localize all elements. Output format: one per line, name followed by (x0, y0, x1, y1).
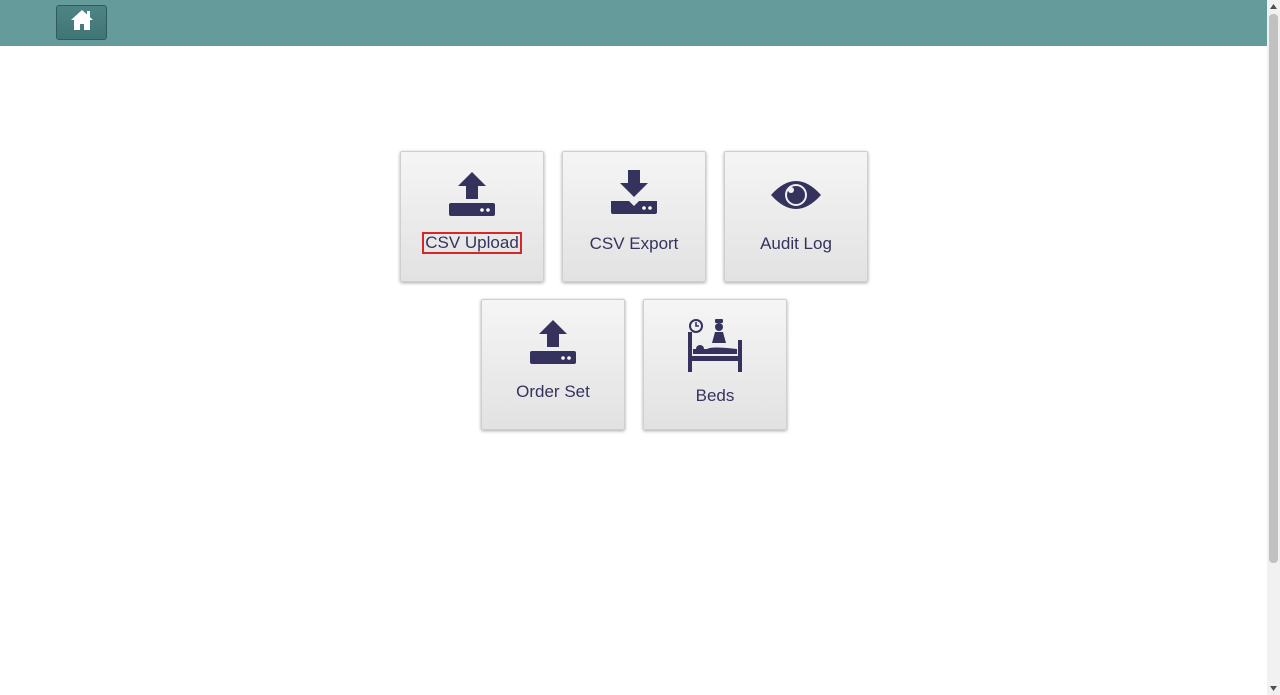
scroll-up-arrow-icon[interactable] (1267, 0, 1280, 13)
home-icon (70, 9, 94, 36)
beds-tile[interactable]: Beds (643, 299, 787, 430)
beds-label: Beds (695, 386, 735, 405)
hospital-bed-icon (687, 316, 743, 377)
scrollbar-thumb[interactable] (1269, 14, 1278, 563)
vertical-scrollbar[interactable] (1267, 0, 1280, 695)
upload-tray-icon (529, 319, 577, 370)
csv-export-tile[interactable]: CSV Export (562, 151, 706, 282)
top-navbar (0, 0, 1267, 46)
audit-log-label: Audit Log (760, 234, 832, 253)
upload-tray-icon (448, 171, 496, 222)
scroll-down-arrow-icon[interactable] (1267, 682, 1280, 695)
order-set-tile[interactable]: Order Set (481, 299, 625, 430)
audit-log-tile[interactable]: Audit Log (724, 151, 868, 282)
csv-upload-label: CSV Upload (422, 232, 522, 254)
eye-icon (770, 177, 822, 218)
home-button[interactable] (56, 5, 107, 40)
tile-label: CSV Upload (401, 232, 543, 254)
csv-upload-tile[interactable]: CSV Upload (400, 151, 544, 282)
download-tray-icon (610, 169, 658, 220)
order-set-label: Order Set (516, 382, 590, 401)
csv-export-label: CSV Export (589, 234, 679, 253)
